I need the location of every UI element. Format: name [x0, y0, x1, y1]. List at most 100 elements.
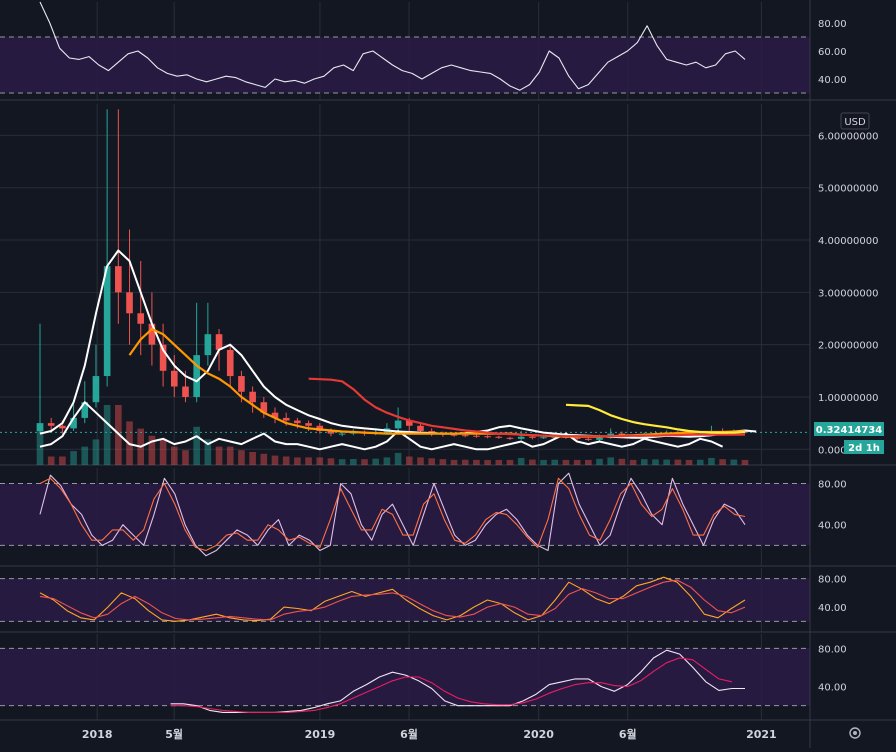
volume-bar	[428, 458, 435, 465]
candle-body	[495, 436, 503, 438]
volume-bar	[92, 439, 100, 465]
y-tick-label: 40.00	[818, 683, 847, 694]
volume-bar	[249, 452, 256, 465]
candle-body	[517, 436, 525, 439]
candle-body	[450, 434, 458, 436]
y-tick-label: 2.00000000	[818, 341, 878, 352]
volume-bar	[103, 405, 111, 465]
volume-bar	[663, 459, 670, 465]
y-tick-label: 80.00	[818, 575, 847, 586]
candle-body	[540, 437, 547, 439]
volume-bar	[596, 458, 603, 465]
candle-body	[226, 349, 234, 377]
volume-bar	[473, 459, 480, 465]
candle-body	[36, 423, 44, 431]
volume-bar	[372, 458, 380, 465]
volume-bar	[573, 459, 581, 465]
volume-bar	[59, 456, 66, 465]
volume-bar	[238, 450, 245, 465]
volume-bar	[696, 459, 704, 465]
volume-bar	[394, 452, 402, 465]
candle-body	[282, 417, 290, 421]
volume-bar	[607, 457, 615, 465]
candle-body	[249, 391, 256, 403]
candle-body	[506, 437, 514, 439]
candle-body	[59, 425, 66, 429]
price-pane: 6.00000000 5.00000000 4.00000000 3.00000000…	[0, 104, 896, 466]
volume-bar	[562, 459, 570, 465]
candle-body	[338, 433, 346, 435]
candle-body	[585, 438, 592, 440]
moving-average-yellow	[565, 403, 746, 434]
y-tick-label: 3.00000000	[818, 288, 878, 299]
y-tick-label: 4.00000000	[818, 236, 878, 247]
volume-bar	[383, 457, 391, 465]
volume-bar	[271, 455, 279, 465]
y-tick-label: 40.00	[818, 75, 847, 86]
candle-body	[103, 266, 111, 377]
stochastic-pane: 80.00 40.00	[0, 468, 896, 567]
y-tick-label: 6.00000000	[818, 131, 878, 142]
candle-body	[461, 435, 469, 437]
candle-body	[115, 266, 122, 293]
y-tick-label: 40.00	[818, 521, 847, 532]
volume-bar	[585, 459, 592, 465]
candle-body	[204, 334, 212, 356]
volume-bar	[506, 459, 514, 465]
volume-bar	[551, 459, 559, 465]
volume-bar	[540, 459, 547, 465]
candle-body	[126, 292, 133, 314]
volume-bar	[674, 459, 682, 465]
chart-root[interactable]: 80.00 60.00 40.00 6.00000000 5.00000000 4.000…	[0, 0, 896, 748]
candle-body	[92, 376, 100, 403]
gear-icon[interactable]	[849, 727, 861, 739]
volume-bar	[730, 459, 738, 465]
candle-body	[529, 436, 536, 438]
rsi-pane: 80.00 60.00 40.00	[0, 1, 896, 101]
volume-bar	[495, 459, 503, 465]
volume-bar	[70, 451, 77, 465]
y-tick-label: 80.00	[818, 644, 847, 655]
volume-bar	[305, 457, 312, 465]
volume-bar	[215, 446, 223, 465]
candle-body	[238, 376, 245, 392]
volume-bar	[170, 446, 178, 465]
volume-bar	[47, 456, 55, 465]
y-tick-label: 1.00000000	[818, 393, 878, 404]
volume-bar	[685, 459, 693, 465]
volume-bar	[439, 459, 447, 465]
y-tick-label: 80.00	[818, 479, 847, 490]
chart-canvas[interactable]: 80.00 60.00 40.00 6.00000000 5.00000000 4.000…	[0, 0, 896, 748]
candle-body	[193, 355, 200, 397]
volume-bar	[182, 450, 189, 465]
time-axis-label: 2019	[305, 728, 336, 741]
time-axis: 2018 5월 2019 6월 2020 6월 2021	[82, 0, 811, 748]
candle-body	[170, 370, 178, 387]
countdown-label: 2d 1h	[848, 443, 880, 454]
volume-bar	[640, 459, 648, 465]
volume-bar	[517, 457, 525, 465]
candle-body	[596, 437, 603, 440]
volume-bar	[350, 459, 357, 465]
volume-bar	[417, 457, 424, 465]
volume-bar	[484, 459, 491, 465]
macd-oscillator-pane: 80.00 40.00	[0, 568, 896, 633]
y-tick-label: 80.00	[818, 19, 847, 30]
band-fill	[0, 578, 810, 622]
time-axis-label: 6월	[619, 727, 637, 741]
candle-body	[215, 334, 223, 350]
volume-bar	[327, 458, 335, 465]
candle-body	[417, 425, 424, 431]
volume-bar	[338, 459, 346, 465]
candle-body	[473, 435, 480, 437]
time-axis-label: 6월	[400, 727, 418, 741]
volume-bar	[159, 439, 167, 465]
y-tick-label: 40.00	[818, 603, 847, 614]
y-tick-label: 5.00000000	[818, 184, 878, 195]
volume-bar	[260, 453, 268, 465]
candle-body	[182, 386, 189, 397]
time-axis-label: 2018	[82, 728, 113, 741]
time-axis-label: 2021	[746, 728, 777, 741]
volume-bar	[226, 446, 234, 465]
volume-bar	[81, 446, 89, 465]
